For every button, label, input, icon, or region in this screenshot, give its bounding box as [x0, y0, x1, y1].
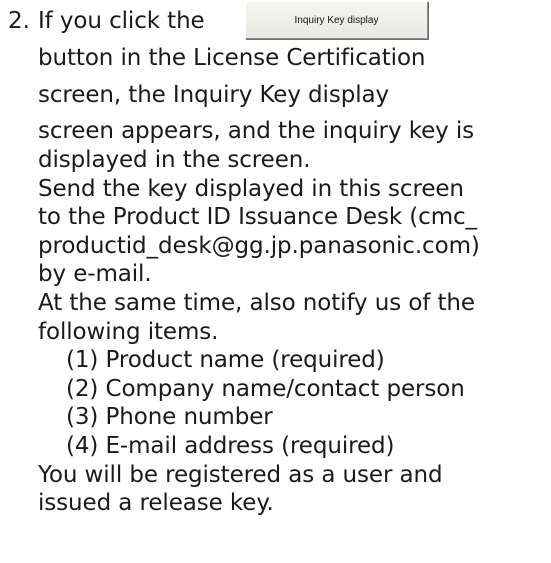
- body-line-8: by e-mail.: [38, 261, 152, 287]
- body-line-1: button in the License Certification: [38, 45, 426, 71]
- inquiry-key-display-button[interactable]: Inquiry Key display: [245, 1, 428, 39]
- body-line-9: At the same time, also notify us of the: [38, 290, 475, 316]
- body-line-7-email: productid_desk@gg.jp.panasonic.com): [38, 233, 480, 259]
- body-line-3: screen appears, and the inquiry key is: [38, 118, 475, 144]
- body-line-4: displayed in the screen.: [38, 147, 311, 173]
- body-line-2: screen, the Inquiry Key display: [38, 82, 390, 108]
- list-item-4: (4) E-mail address (required): [66, 433, 395, 459]
- body-line-5: Send the key displayed in this screen: [38, 176, 464, 202]
- list-item-2: (2) Company name/contact person: [66, 376, 465, 402]
- step-intro-text: If you click the: [38, 8, 205, 34]
- list-item-3: (3) Phone number: [66, 404, 273, 430]
- step-number: 2.: [8, 8, 30, 34]
- body-line-10: following items.: [38, 319, 219, 345]
- closing-line-2: issued a release key.: [38, 490, 274, 516]
- list-item-1: (1) Product name (required): [66, 347, 385, 373]
- body-line-6: to the Product ID Issuance Desk (cmc_: [38, 204, 477, 230]
- closing-line-1: You will be registered as a user and: [38, 462, 443, 488]
